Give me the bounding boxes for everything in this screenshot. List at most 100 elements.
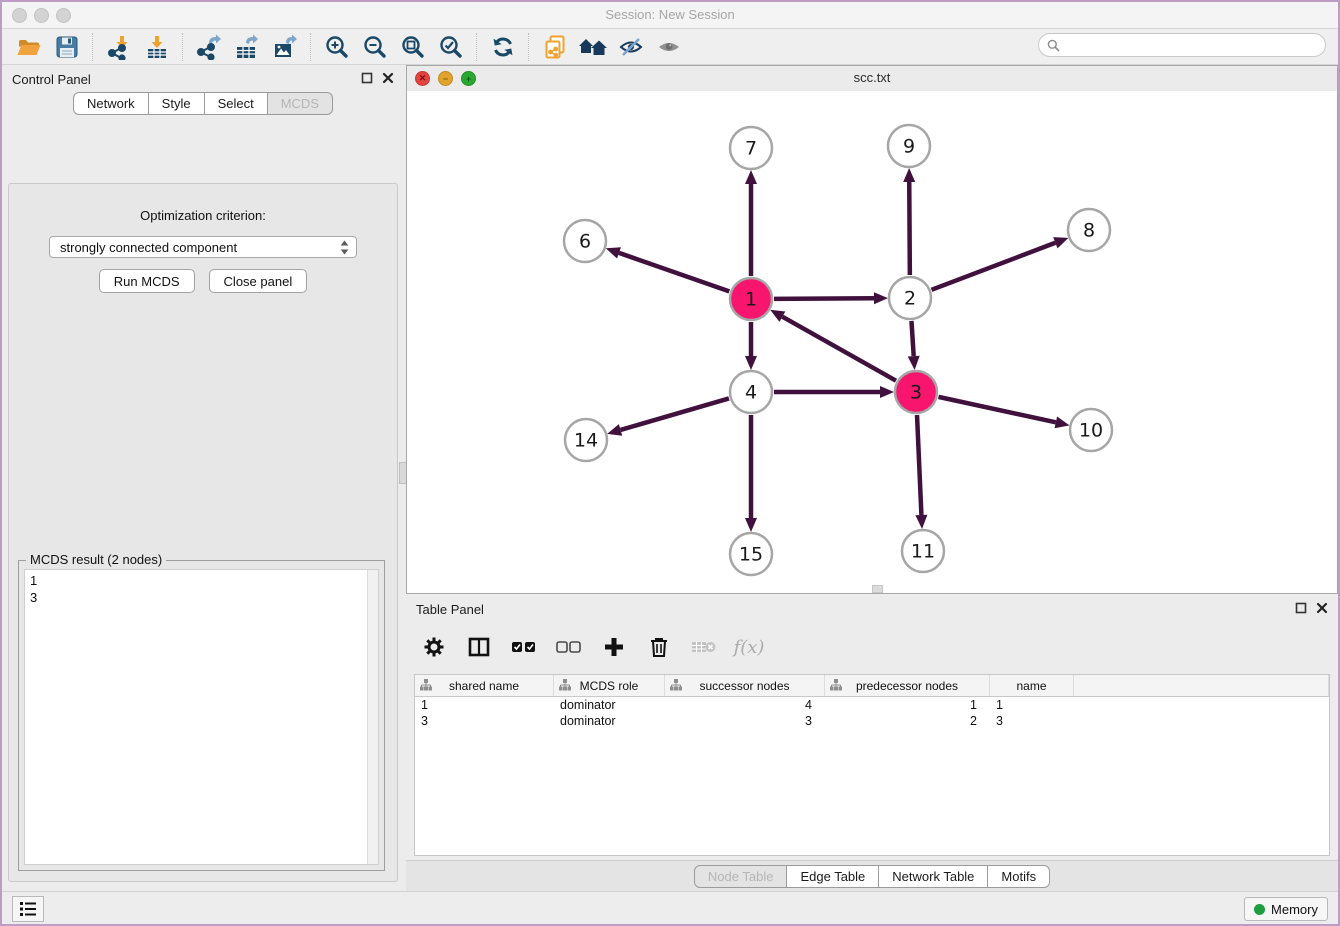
zoom-fit-button[interactable] bbox=[394, 31, 432, 63]
memory-button[interactable]: Memory bbox=[1244, 897, 1328, 921]
export-table-button[interactable] bbox=[228, 31, 266, 63]
edge-1-6[interactable] bbox=[619, 253, 729, 292]
import-network-button[interactable] bbox=[100, 31, 138, 63]
column-header-predecessor-nodes[interactable]: predecessor nodes bbox=[825, 675, 990, 696]
column-header-name[interactable]: name bbox=[990, 675, 1074, 696]
network-canvas[interactable]: 1 2 3 4 6 7 8 9 10 11 14 15 bbox=[407, 91, 1337, 593]
graph-node-3[interactable]: 3 bbox=[895, 371, 937, 413]
graph-node-8[interactable]: 8 bbox=[1068, 209, 1110, 251]
result-scrollbar[interactable] bbox=[367, 570, 378, 864]
node-label: 3 bbox=[910, 382, 922, 404]
edge-1-2[interactable] bbox=[774, 298, 874, 299]
graph-node-11[interactable]: 11 bbox=[902, 530, 944, 572]
fx-icon: f(x) bbox=[734, 637, 765, 658]
select-all-button[interactable] bbox=[506, 630, 542, 664]
delete-table-button[interactable] bbox=[686, 630, 722, 664]
table-row[interactable]: 1dominator411 bbox=[415, 697, 1329, 713]
table-tab-motifs[interactable]: Motifs bbox=[988, 865, 1050, 888]
table-row[interactable]: 3dominator323 bbox=[415, 713, 1329, 729]
table-tab-edge-table[interactable]: Edge Table bbox=[787, 865, 879, 888]
table-settings-button[interactable] bbox=[416, 630, 452, 664]
tab-select[interactable]: Select bbox=[205, 92, 268, 115]
edge-3-10[interactable] bbox=[938, 397, 1055, 422]
close-panel-icon[interactable] bbox=[382, 72, 394, 84]
column-header-shared-name[interactable]: shared name bbox=[415, 675, 554, 696]
table-cell[interactable]: 3 bbox=[415, 713, 554, 729]
tab-style[interactable]: Style bbox=[149, 92, 205, 115]
table-tab-node-table[interactable]: Node Table bbox=[694, 865, 788, 888]
save-session-button[interactable] bbox=[48, 31, 86, 63]
column-header-successor-nodes[interactable]: successor nodes bbox=[665, 675, 825, 696]
column-header-mcds-role[interactable]: MCDS role bbox=[554, 675, 665, 696]
split-panel-button[interactable] bbox=[461, 630, 497, 664]
function-builder-button[interactable]: f(x) bbox=[731, 630, 767, 664]
graph-node-7[interactable]: 7 bbox=[730, 127, 772, 169]
node-label: 9 bbox=[903, 136, 915, 158]
graph-node-2[interactable]: 2 bbox=[889, 277, 931, 319]
table-cell[interactable]: 2 bbox=[825, 713, 990, 729]
node-table: shared name MCDS role successor nodes pr… bbox=[414, 674, 1330, 856]
table-cell[interactable]: 3 bbox=[990, 713, 1074, 729]
edge-3-1[interactable] bbox=[782, 317, 896, 381]
graph-node-10[interactable]: 10 bbox=[1070, 409, 1112, 451]
edge-2-3[interactable] bbox=[911, 321, 913, 356]
plus-icon bbox=[603, 636, 625, 658]
app-window: Session: New Session bbox=[0, 0, 1340, 926]
zoom-out-icon bbox=[362, 34, 388, 60]
graph-node-9[interactable]: 9 bbox=[888, 125, 930, 167]
hide-selected-button[interactable] bbox=[612, 31, 650, 63]
run-mcds-button[interactable]: Run MCDS bbox=[99, 269, 195, 293]
edge-2-8[interactable] bbox=[932, 243, 1056, 290]
zoom-in-button[interactable] bbox=[318, 31, 356, 63]
delete-column-button[interactable] bbox=[641, 630, 677, 664]
edge-4-14[interactable] bbox=[621, 398, 729, 430]
graph-node-1[interactable]: 1 bbox=[730, 278, 772, 320]
edge-2-9[interactable] bbox=[909, 182, 910, 275]
table-cell[interactable]: 4 bbox=[665, 697, 825, 713]
table-tab-network-table[interactable]: Network Table bbox=[879, 865, 988, 888]
open-session-button[interactable] bbox=[10, 31, 48, 63]
network-graph[interactable]: 1 2 3 4 6 7 8 9 10 11 14 15 bbox=[407, 91, 1337, 593]
clone-network-button[interactable] bbox=[536, 31, 574, 63]
search-box[interactable] bbox=[1038, 33, 1326, 57]
node-label: 8 bbox=[1083, 220, 1095, 242]
show-all-button[interactable] bbox=[650, 31, 688, 63]
edge-3-11[interactable] bbox=[917, 415, 921, 515]
float-table-panel-icon[interactable] bbox=[1295, 602, 1307, 614]
zoom-in-icon bbox=[324, 34, 350, 60]
table-cell[interactable]: dominator bbox=[554, 713, 665, 729]
export-network-button[interactable] bbox=[190, 31, 228, 63]
zoom-selected-button[interactable] bbox=[432, 31, 470, 63]
criterion-select[interactable]: strongly connected component bbox=[49, 236, 357, 258]
graph-node-6[interactable]: 6 bbox=[564, 220, 606, 262]
deselect-all-button[interactable] bbox=[551, 630, 587, 664]
table-cell[interactable]: 3 bbox=[665, 713, 825, 729]
home-view-button[interactable] bbox=[574, 31, 612, 63]
table-cell[interactable]: 1 bbox=[990, 697, 1074, 713]
import-network-icon bbox=[106, 34, 132, 60]
graph-node-15[interactable]: 15 bbox=[730, 533, 772, 575]
zoom-out-button[interactable] bbox=[356, 31, 394, 63]
table-cell[interactable]: 1 bbox=[415, 697, 554, 713]
search-input[interactable] bbox=[1065, 37, 1325, 53]
graph-node-14[interactable]: 14 bbox=[565, 419, 607, 461]
export-image-button[interactable] bbox=[266, 31, 304, 63]
network-window-titlebar[interactable]: ✕ − + scc.txt bbox=[407, 66, 1337, 92]
zoom-selected-icon bbox=[438, 34, 464, 60]
tab-network[interactable]: Network bbox=[73, 92, 149, 115]
network-resize-grip[interactable] bbox=[872, 585, 883, 593]
tab-mcds[interactable]: MCDS bbox=[268, 92, 333, 115]
graph-node-4[interactable]: 4 bbox=[730, 371, 772, 413]
network-view-window: ✕ − + scc.txt 1 2 3 4 6 7 8 9 10 11 14 15 bbox=[406, 65, 1338, 594]
refresh-button[interactable] bbox=[484, 31, 522, 63]
mcds-result-area[interactable]: 1 3 bbox=[24, 569, 379, 865]
table-cell[interactable]: 1 bbox=[825, 697, 990, 713]
table-cell[interactable]: dominator bbox=[554, 697, 665, 713]
close-panel-button[interactable]: Close panel bbox=[209, 269, 308, 293]
control-panel-title: Control Panel bbox=[12, 72, 91, 87]
float-panel-icon[interactable] bbox=[361, 72, 373, 84]
import-table-button[interactable] bbox=[138, 31, 176, 63]
close-table-panel-icon[interactable] bbox=[1316, 602, 1328, 614]
task-history-button[interactable] bbox=[12, 896, 44, 922]
add-column-button[interactable] bbox=[596, 630, 632, 664]
